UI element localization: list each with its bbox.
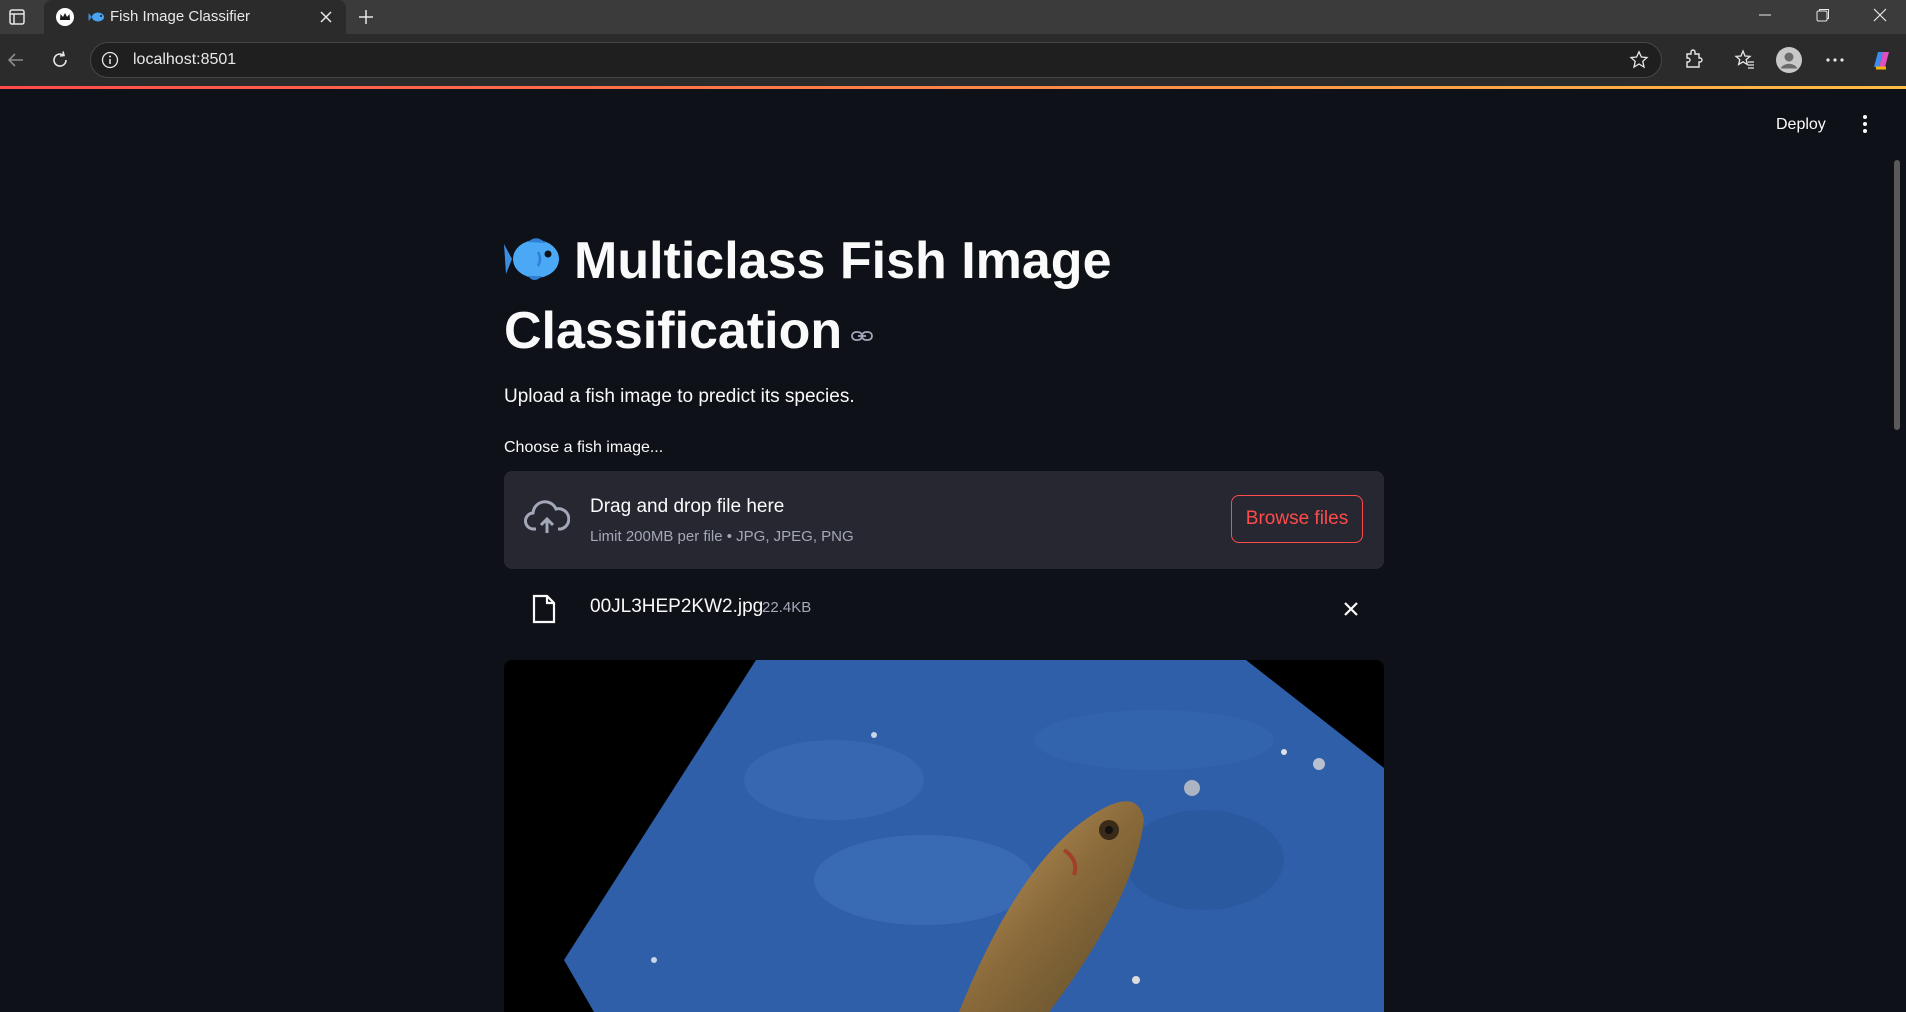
cloud-upload-icon [524,497,571,539]
dropzone-title: Drag and drop file here [590,496,785,517]
url-text[interactable]: localhost:8501 [133,51,236,69]
site-info-icon[interactable] [101,51,119,69]
browse-files-button[interactable]: Browse files [1231,495,1363,543]
file-icon [532,594,556,624]
minimize-icon[interactable] [1737,0,1793,30]
uploaded-file-size: 22.4KB [762,599,812,616]
tab-close-icon[interactable] [316,7,336,27]
copilot-icon[interactable] [1868,47,1894,73]
browser-tab-active[interactable]: Fish Image Classifier [44,0,346,34]
uploaded-file-name: 00JL3HEP2KW2.jpg [590,596,764,617]
page-subtitle: Upload a fish image to predict its speci… [504,386,855,407]
browser-tab-bar: Fish Image Classifier [0,0,1906,34]
page-title-text: Multiclass Fish Image Classification [504,232,1112,360]
link-icon[interactable] [850,294,874,341]
window-close-icon[interactable] [1852,0,1906,30]
tab-actions-icon[interactable] [4,4,30,30]
new-tab-icon[interactable] [352,3,380,31]
main-menu-icon[interactable] [1854,111,1876,137]
browser-toolbar: localhost:8501 [0,34,1906,86]
streamlit-crown-icon [56,8,74,26]
deploy-button[interactable]: Deploy [1770,112,1832,138]
back-arrow-icon[interactable] [2,46,30,74]
extensions-icon[interactable] [1681,47,1707,73]
restore-icon[interactable] [1795,0,1851,30]
remove-file-icon[interactable] [1338,596,1364,622]
streamlit-decoration-bar [0,86,1906,89]
page-scrollbar[interactable] [1894,160,1900,430]
uploaded-fish-image [504,660,1384,1012]
fish-emoji-icon [88,8,106,26]
file-dropzone[interactable]: Drag and drop file here Limit 200MB per … [504,471,1384,569]
more-options-icon[interactable] [1822,47,1848,73]
main-content: Multiclass Fish Image Classification [504,228,1384,364]
dropzone-limit-text: Limit 200MB per file • JPG, JPEG, PNG [590,528,854,545]
uploaded-file-item: 00JL3HEP2KW2.jpg 22.4KB [504,590,1384,628]
address-bar[interactable]: localhost:8501 [90,42,1662,78]
profile-avatar-icon[interactable] [1776,47,1802,73]
tab-title: Fish Image Classifier [110,8,251,25]
uploader-label: Choose a fish image... [504,439,664,456]
fish-emoji-icon [504,234,560,284]
page-title: Multiclass Fish Image Classification [504,228,1384,364]
favorites-icon[interactable] [1732,47,1758,73]
reload-icon[interactable] [46,46,74,74]
favorite-star-icon[interactable] [1629,50,1649,70]
